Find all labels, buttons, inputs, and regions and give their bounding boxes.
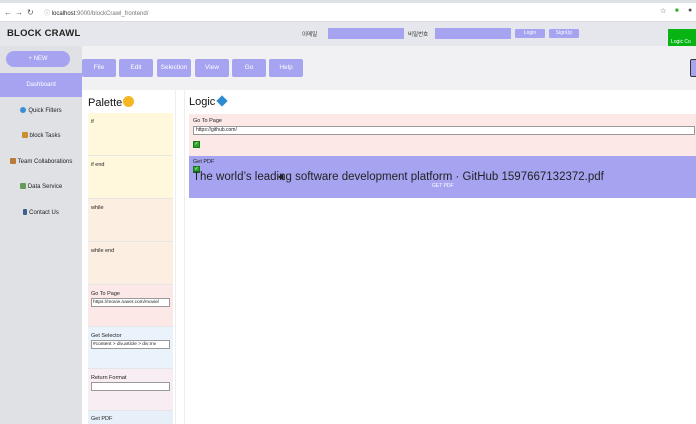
card-title: Get PDF [91,416,113,422]
new-button[interactable]: + NEW [6,51,70,67]
sidebar-item-quick-filters[interactable]: Quick Filters [0,99,82,123]
hourglass-icon [21,132,28,138]
tab-strip [0,0,696,3]
check-icon[interactable]: ✓ [193,141,200,148]
menu-edit-button[interactable]: Edit [119,59,153,77]
palette-card-get-selector[interactable]: Get Selector #content > div.article > di… [88,327,173,369]
email-field[interactable] [328,28,404,39]
side-panel-button[interactable] [690,59,696,77]
info-icon: ⓘ [44,11,52,17]
menu-toolbar: File Edit Selection View Go Help [82,46,696,90]
menu-go-button[interactable]: Go [232,59,266,77]
block-url-input[interactable]: https://github.com/ [193,126,695,135]
sidebar-item-label: block Tasks [29,133,61,139]
sidebar-item-label: Data Service [27,184,63,190]
sidebar-item-data-service[interactable]: Data Service [0,175,82,199]
back-icon[interactable]: ← [4,8,12,17]
block-title: Get PDF [193,159,215,165]
sidebar-item-dashboard[interactable]: Dashboard [0,73,82,97]
card-title: if end [91,162,105,168]
card-format-input[interactable] [91,382,170,391]
card-title: while end [91,248,115,254]
url-host: localhost [51,11,76,17]
address-bar[interactable]: ⓘ localhost:9000/blockCrawl_frontend/ [44,8,148,17]
login-button[interactable]: Login [515,29,545,38]
app-header: BLOCK CRAWL 이메일 비밀번호 Login SignUp [0,22,696,46]
card-selector-input[interactable]: #content > div.article > div:mv [91,340,170,349]
forward-icon[interactable]: → [15,8,23,17]
sidebar-item-block-tasks[interactable]: block Tasks [0,124,82,148]
palette-card-if-end[interactable]: if end [88,156,173,199]
palette-title: Palette [88,96,135,109]
palette-card-if[interactable]: if [88,113,173,156]
palette-emoji-icon [123,96,135,107]
palette-card-return-format[interactable]: Return Format [88,369,173,411]
card-title: Get Selector [91,333,122,339]
sidebar-item-team-collaborations[interactable]: Team Collaborations [0,150,82,174]
get-pdf-label: GET PDF [432,183,454,189]
reload-icon[interactable]: ↻ [27,8,34,17]
palette-panel: Palette if if end while while end Go To … [82,90,176,424]
palette-card-get-pdf[interactable]: Get PDF [88,411,173,424]
pdf-filename: The world’s leading software development… [193,171,604,183]
palette-card-while-end[interactable]: while end [88,242,173,285]
chart-icon [19,183,26,189]
menu-selection-button[interactable]: Selection [157,59,191,77]
sidebar-item-label: Quick Filters [28,108,62,114]
sidebar: + NEW Dashboard Quick Filters block Task… [0,46,82,424]
menu-file-button[interactable]: File [82,59,116,77]
globe-icon [20,107,27,113]
brand-logo: BLOCK CRAWL [7,28,81,39]
extension-icon[interactable]: ■ [675,8,679,14]
signup-button[interactable]: SignUp [549,29,579,38]
browser-chrome: ← → ↻ ⓘ localhost:9000/blockCrawl_fronte… [0,0,696,22]
url-path: :9000/blockCrawl_frontend/ [75,11,149,17]
logic-block-go-to-page[interactable]: Go To Page https://github.com/ ✓ [189,114,696,156]
logic-block-get-pdf[interactable]: Get PDF ✓ The world’s leading software d… [189,156,696,198]
card-title: Return Format [91,375,127,381]
card-title: while [91,205,104,211]
menu-help-button[interactable]: Help [269,59,303,77]
sidebar-item-contact-us[interactable]: Contact Us [0,201,82,225]
email-label: 이메일 [302,32,318,38]
logic-title: Logic [189,95,228,108]
menu-view-button[interactable]: View [195,59,229,77]
logic-panel: Logic Go To Page https://github.com/ ✓ G… [184,90,696,424]
card-title: if [91,119,94,125]
team-icon [9,158,16,164]
palette-card-while[interactable]: while [88,199,173,242]
phone-icon [23,209,28,215]
sidebar-item-label: Contact Us [29,210,59,216]
card-url-input[interactable]: https://movie.naver.com/movie/ [91,298,170,307]
bookmark-star-icon[interactable]: ☆ [660,7,666,15]
sidebar-item-label: Team Collaborations [17,159,73,165]
block-title: Go To Page [193,118,222,124]
diamond-icon [216,95,228,107]
password-label: 비밀번호 [408,32,429,38]
sidebar-item-label: Dashboard [26,82,56,88]
palette-card-go-to-page[interactable]: Go To Page https://movie.naver.com/movie… [88,285,173,327]
card-title: Go To Page [91,291,120,297]
profile-icon[interactable]: ● [688,7,692,14]
password-field[interactable] [435,28,511,39]
